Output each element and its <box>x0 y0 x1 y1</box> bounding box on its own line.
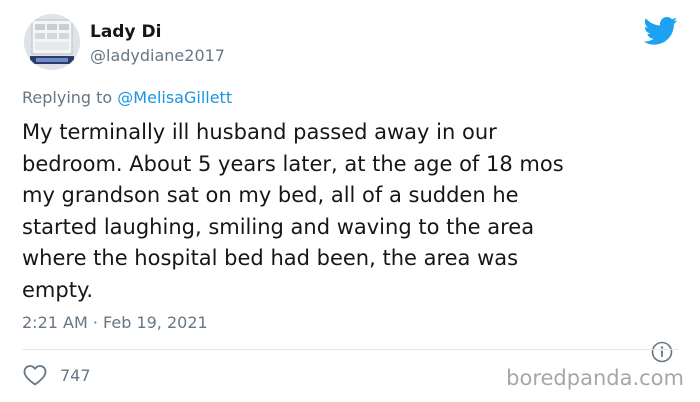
user-handle[interactable]: @ladydiane2017 <box>90 46 225 65</box>
info-icon[interactable] <box>651 341 673 363</box>
heart-icon <box>23 365 47 386</box>
tweet-text: My terminally ill husband passed away in… <box>22 120 564 302</box>
like-count: 747 <box>60 365 91 385</box>
tweet-timestamp[interactable]: 2:21 AM · Feb 19, 2021 <box>22 313 208 332</box>
like-button[interactable]: 747 <box>22 363 91 387</box>
reply-mention-link[interactable]: @MelisaGillett <box>117 88 232 107</box>
divider <box>22 349 678 350</box>
avatar[interactable] <box>24 14 80 70</box>
replying-to-label: Replying to <box>22 88 113 107</box>
twitter-bird-icon[interactable] <box>644 16 678 46</box>
replying-to-line: Replying to @MelisaGillett <box>22 88 232 107</box>
display-name[interactable]: Lady Di <box>90 22 161 42</box>
watermark: boredpanda.com <box>506 366 684 390</box>
avatar-image <box>24 14 80 70</box>
